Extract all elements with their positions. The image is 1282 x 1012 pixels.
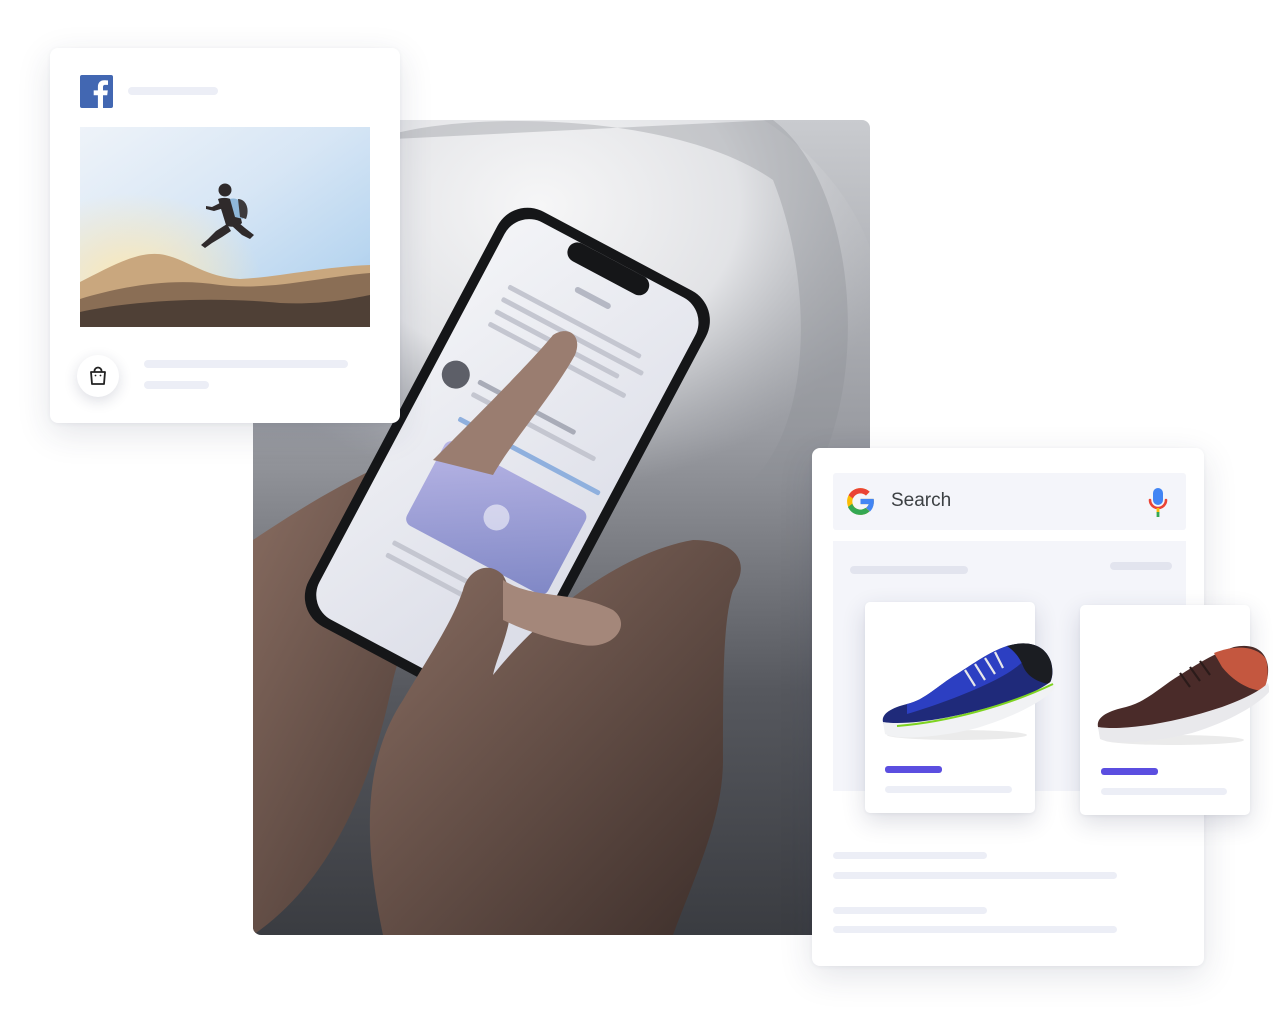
product-price-placeholder — [1101, 768, 1158, 775]
brown-running-shoe-image — [1097, 645, 1269, 745]
product-price-placeholder — [885, 766, 942, 773]
result-snippet-placeholder — [833, 926, 1117, 933]
search-input[interactable]: Search — [833, 473, 1186, 530]
results-heading-placeholder — [850, 566, 968, 574]
search-label: Search — [891, 490, 952, 511]
post-image-jumping-person — [80, 127, 370, 327]
microphone-icon[interactable] — [1147, 486, 1169, 518]
result-snippet-placeholder — [833, 872, 1117, 879]
shop-now-button[interactable] — [77, 355, 119, 397]
post-caption-line-1 — [144, 360, 348, 368]
google-g-icon — [847, 488, 875, 515]
results-link-placeholder — [1110, 562, 1172, 570]
shopping-bag-icon — [90, 366, 106, 385]
result-title-placeholder — [833, 852, 987, 859]
product-card-brown-shoe[interactable] — [1080, 605, 1269, 815]
blue-running-shoe-image — [882, 643, 1055, 740]
product-title-placeholder — [885, 786, 1012, 793]
post-author-placeholder — [128, 87, 218, 95]
post-caption-line-2 — [144, 381, 209, 389]
product-title-placeholder — [1101, 788, 1227, 795]
facebook-logo-icon — [80, 75, 113, 108]
product-card-blue-shoe[interactable] — [865, 602, 1055, 813]
result-title-placeholder — [833, 907, 987, 914]
